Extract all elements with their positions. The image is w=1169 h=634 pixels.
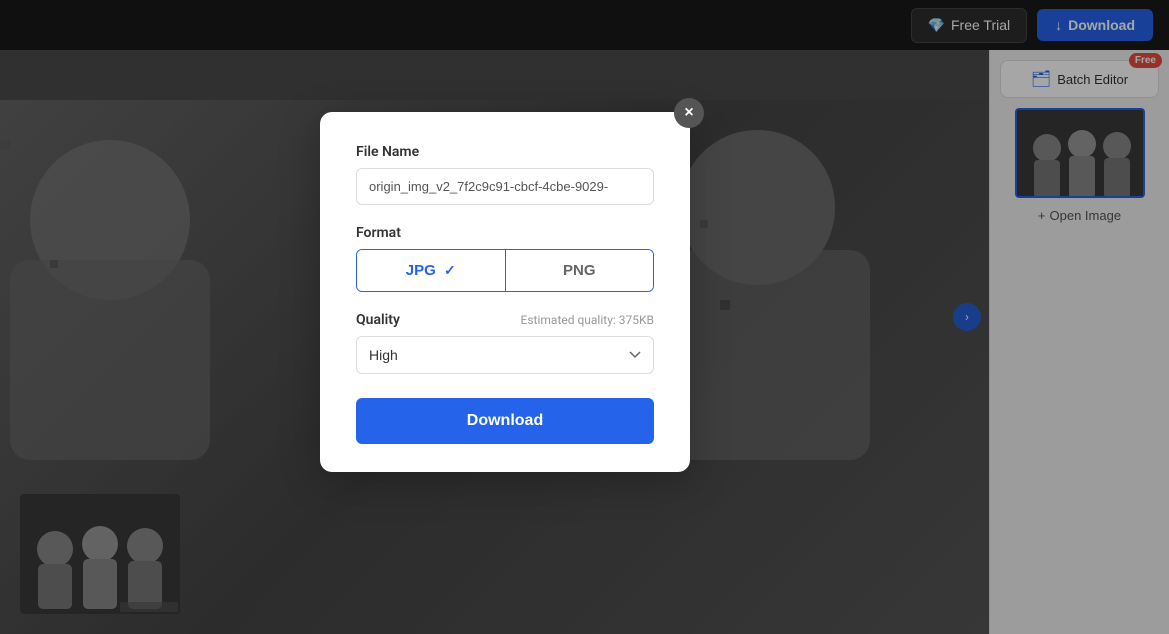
download-modal: × File Name Format JPG ✓ PNG Quality Est… <box>320 112 690 472</box>
quality-label: Quality <box>356 312 400 328</box>
check-icon: ✓ <box>444 262 456 278</box>
jpg-label: JPG <box>406 262 436 279</box>
format-buttons: JPG ✓ PNG <box>356 249 654 292</box>
png-label: PNG <box>563 262 596 279</box>
file-name-label: File Name <box>356 144 654 160</box>
modal-close-button[interactable]: × <box>674 98 704 128</box>
file-name-input[interactable] <box>356 168 654 205</box>
quality-header: Quality Estimated quality: 375KB <box>356 312 654 328</box>
format-section: Format JPG ✓ PNG <box>356 225 654 292</box>
quality-section: Quality Estimated quality: 375KB High Lo… <box>356 312 654 374</box>
jpg-format-button[interactable]: JPG ✓ <box>357 250 505 291</box>
modal-download-button[interactable]: Download <box>356 398 654 444</box>
modal-overlay: × File Name Format JPG ✓ PNG Quality Est… <box>0 0 1169 634</box>
quality-estimate: Estimated quality: 375KB <box>521 313 654 327</box>
modal-download-label: Download <box>467 412 543 429</box>
png-format-button[interactable]: PNG <box>506 250 654 291</box>
quality-select[interactable]: High Low Medium Very High <box>356 336 654 374</box>
format-label: Format <box>356 225 654 241</box>
